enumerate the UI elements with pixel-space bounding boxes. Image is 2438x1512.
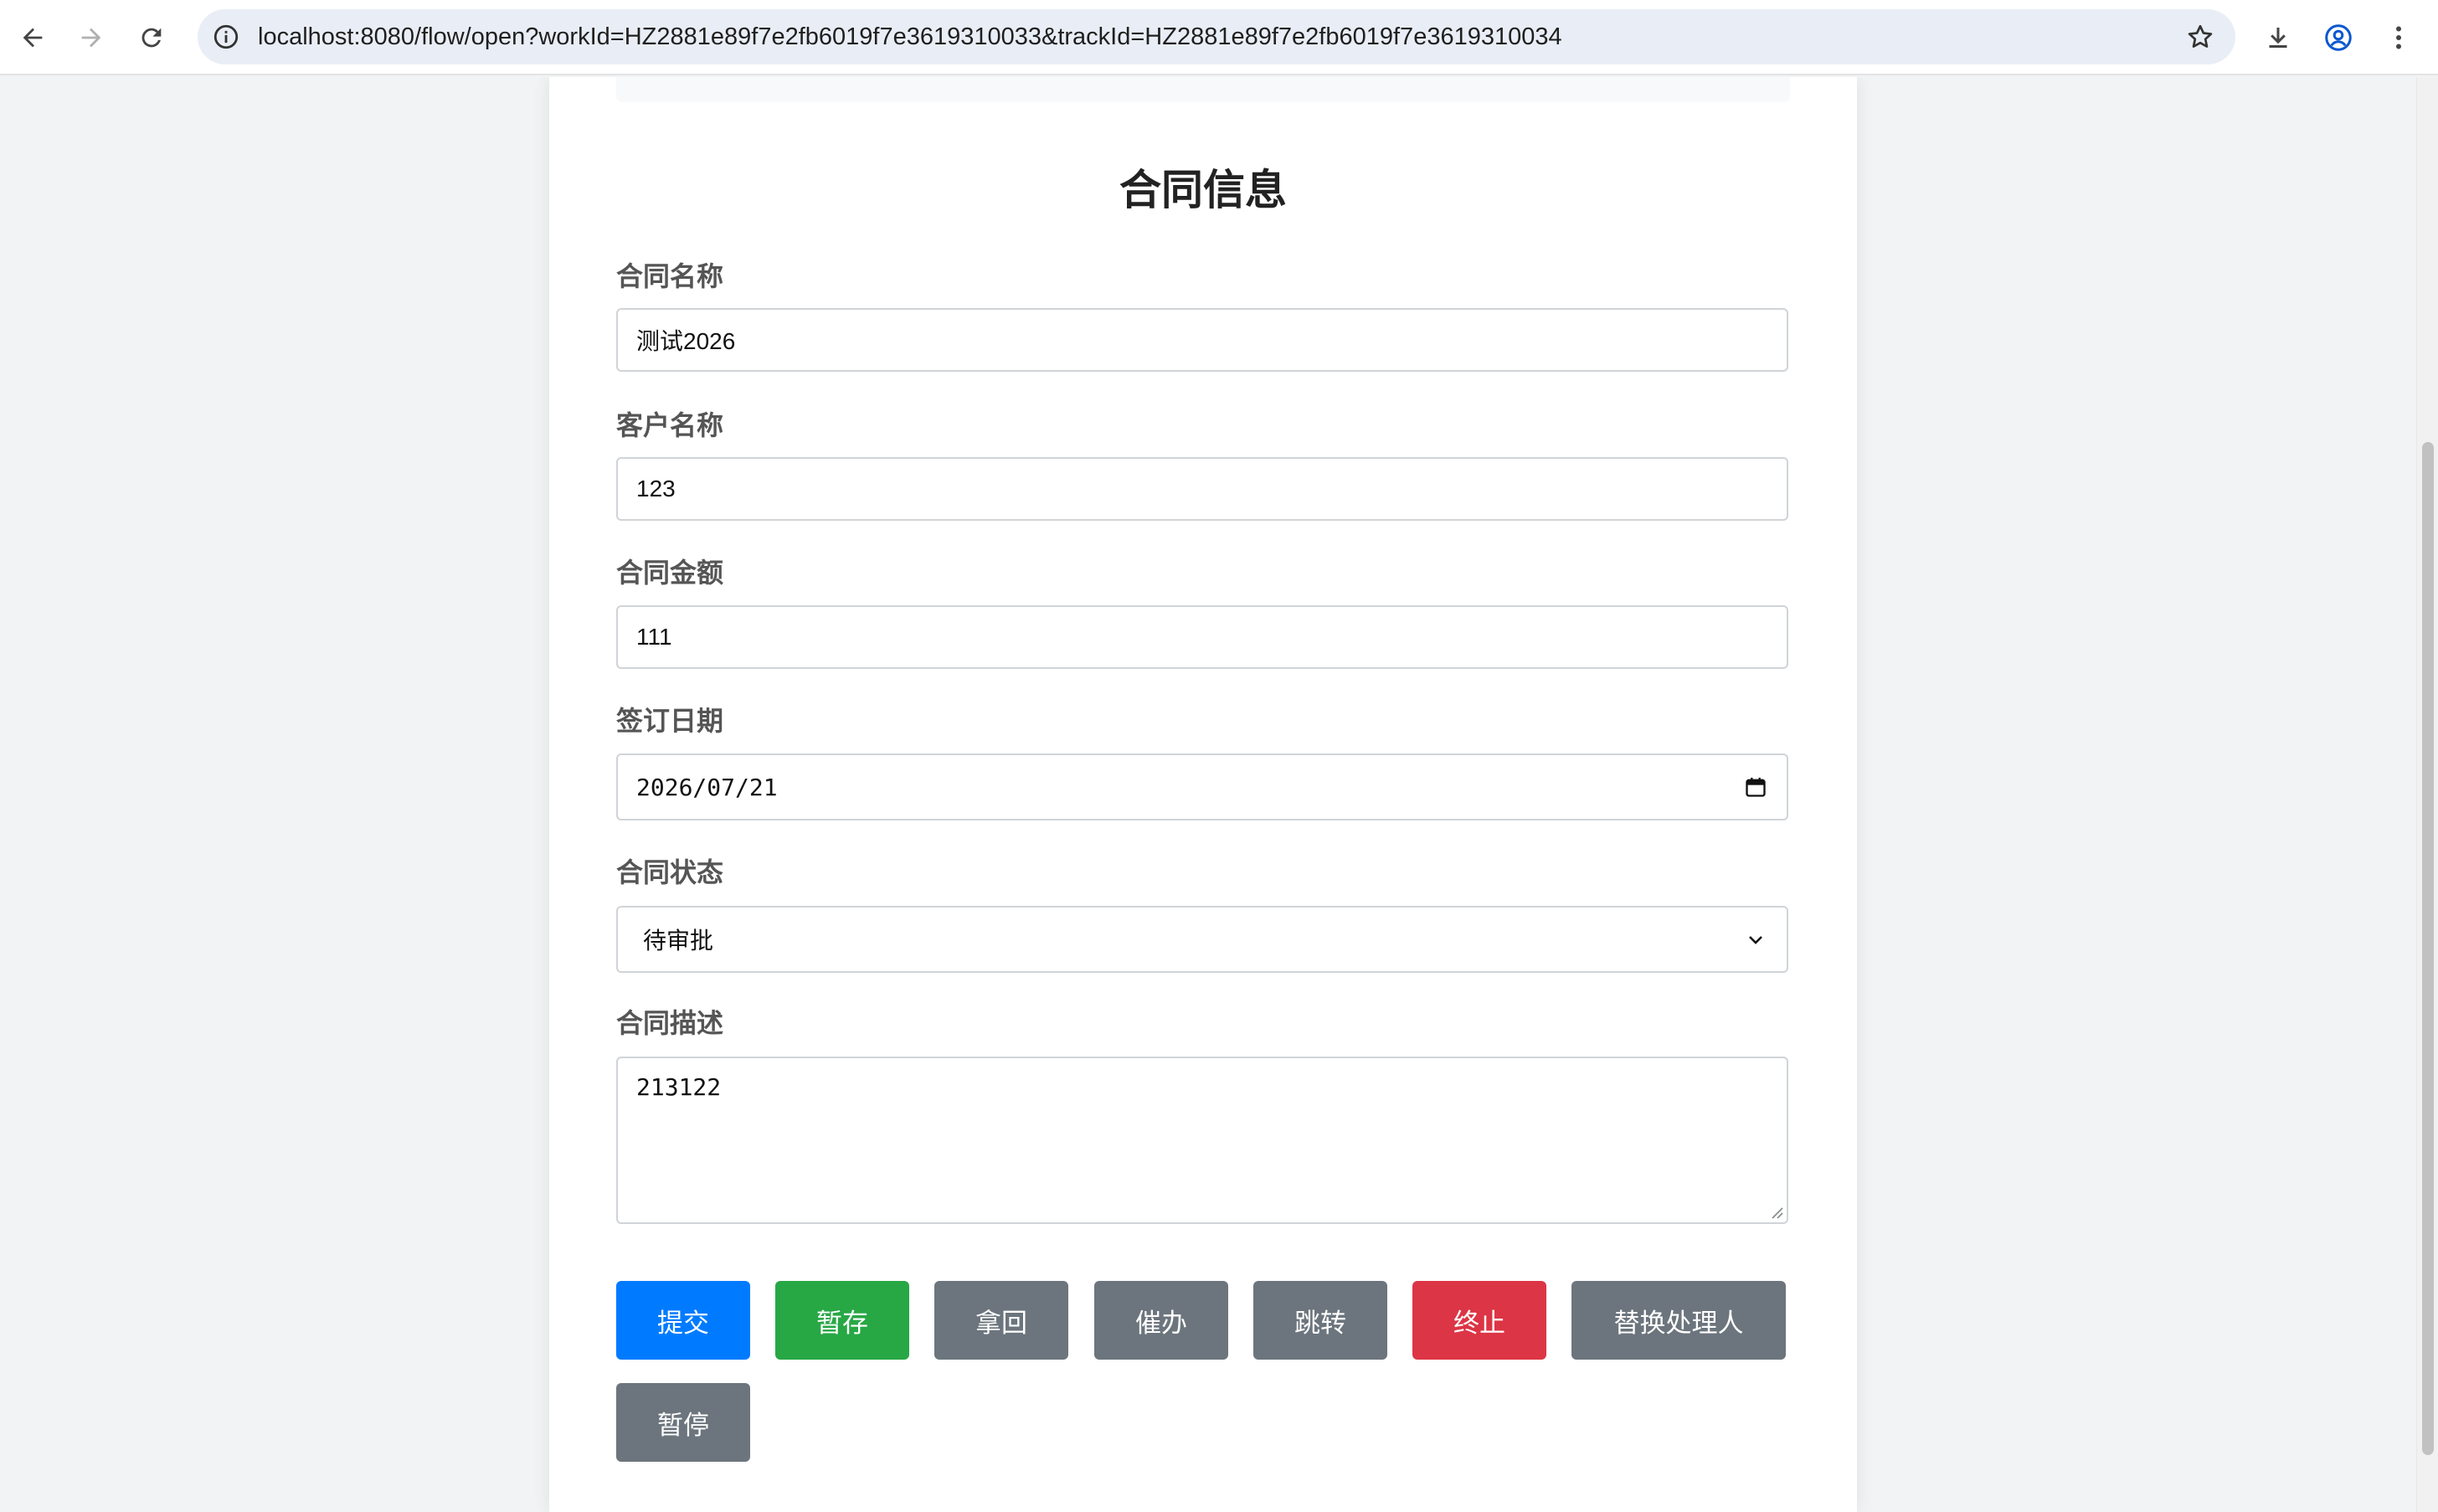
sign-date-input[interactable]: 2026/07/21 [616, 753, 1788, 820]
address-bar[interactable]: localhost:8080/flow/open?workId=HZ2881e8… [198, 9, 2235, 64]
reload-icon[interactable] [131, 17, 172, 59]
contract-status-label: 合同状态 [616, 857, 724, 887]
contract-status-select[interactable]: 待审批 [616, 906, 1788, 973]
page-viewport: 合同信息 合同名称 测试2026 客户名称 123 合同金额 111 签订日期 … [0, 77, 2438, 1512]
contract-description-value: 213122 [636, 1073, 722, 1101]
chevron-down-icon [1743, 927, 1768, 952]
star-icon[interactable] [2183, 20, 2217, 54]
page-scrollbar[interactable] [2416, 77, 2438, 1512]
forward-arrow-icon[interactable] [70, 17, 112, 59]
calendar-icon[interactable] [1743, 774, 1768, 800]
submit-button[interactable]: 提交 [616, 1281, 750, 1360]
resize-handle-icon[interactable] [1768, 1204, 1783, 1219]
retrieve-button[interactable]: 拿回 [934, 1281, 1068, 1360]
contract-name-label: 合同名称 [616, 261, 724, 291]
contract-amount-label: 合同金额 [616, 558, 724, 588]
replace-handler-button[interactable]: 替换处理人 [1571, 1281, 1786, 1360]
urge-button[interactable]: 催办 [1094, 1281, 1228, 1360]
back-arrow-icon[interactable] [12, 17, 54, 59]
pause-button[interactable]: 暂停 [616, 1383, 750, 1462]
sign-date-label: 签订日期 [616, 706, 724, 736]
contract-name-input[interactable]: 测试2026 [616, 308, 1788, 372]
customer-name-value: 123 [636, 476, 676, 501]
scrollbar-thumb[interactable] [2422, 442, 2434, 1455]
contract-name-value: 测试2026 [636, 328, 736, 354]
profile-icon[interactable] [2317, 17, 2359, 59]
customer-name-label: 客户名称 [616, 410, 724, 440]
info-icon[interactable] [209, 20, 243, 54]
contract-amount-value: 111 [636, 624, 672, 650]
customer-name-input[interactable]: 123 [616, 457, 1788, 521]
contract-description-label: 合同描述 [616, 1008, 724, 1038]
jump-button[interactable]: 跳转 [1253, 1281, 1387, 1360]
previous-section-bottom [616, 77, 1790, 102]
browser-toolbar: localhost:8080/flow/open?workId=HZ2881e8… [0, 0, 2438, 75]
kebab-menu-icon[interactable] [2378, 17, 2420, 59]
download-icon[interactable] [2257, 17, 2299, 59]
save-draft-button[interactable]: 暂存 [775, 1281, 909, 1360]
contract-description-textarea[interactable]: 213122 [616, 1057, 1788, 1224]
form-title: 合同信息 [1119, 167, 1287, 213]
form-card: 合同信息 合同名称 测试2026 客户名称 123 合同金额 111 签订日期 … [549, 77, 1857, 1512]
sign-date-value: 2026/07/21 [636, 773, 778, 801]
terminate-button[interactable]: 终止 [1412, 1281, 1546, 1360]
contract-status-value: 待审批 [643, 928, 714, 954]
url-text[interactable]: localhost:8080/flow/open?workId=HZ2881e8… [258, 9, 1562, 64]
contract-amount-input[interactable]: 111 [616, 605, 1788, 669]
